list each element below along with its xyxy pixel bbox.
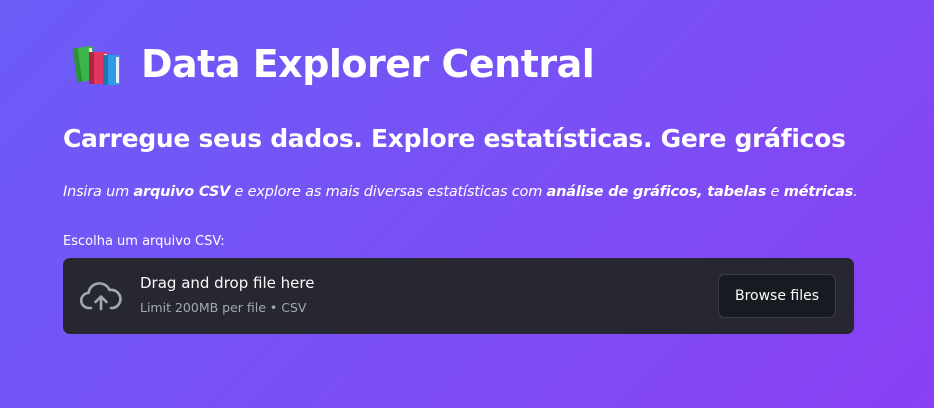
description-bold-charts: análise de gráficos, tabelas [546, 184, 767, 200]
dropzone-instructions: Drag and drop file here Limit 200MB per … [140, 274, 314, 315]
title-row: Data Explorer Central [71, 36, 595, 92]
browse-files-button[interactable]: Browse files [718, 274, 836, 318]
file-uploader-label: Escolha um arquivo CSV: [63, 234, 225, 249]
description: Insira um arquivo CSV e explore as mais … [63, 184, 858, 200]
description-text: Insira um [63, 184, 134, 200]
description-text: e explore as mais diversas estatísticas … [230, 184, 547, 200]
description-text: e [766, 184, 784, 200]
dropzone-limit: Limit 200MB per file • CSV [140, 300, 307, 315]
description-bold-metrics: métricas [783, 184, 854, 200]
subtitle: Carregue seus dados. Explore estatística… [63, 124, 846, 153]
dropzone-title: Drag and drop file here [140, 274, 315, 292]
cloud-upload-icon [79, 281, 122, 313]
description-text: . [853, 184, 858, 200]
books-icon [71, 41, 123, 87]
file-dropzone[interactable]: Drag and drop file here Limit 200MB per … [63, 258, 854, 334]
page-title: Data Explorer Central [141, 42, 595, 86]
description-bold-csv: arquivo CSV [133, 184, 231, 200]
